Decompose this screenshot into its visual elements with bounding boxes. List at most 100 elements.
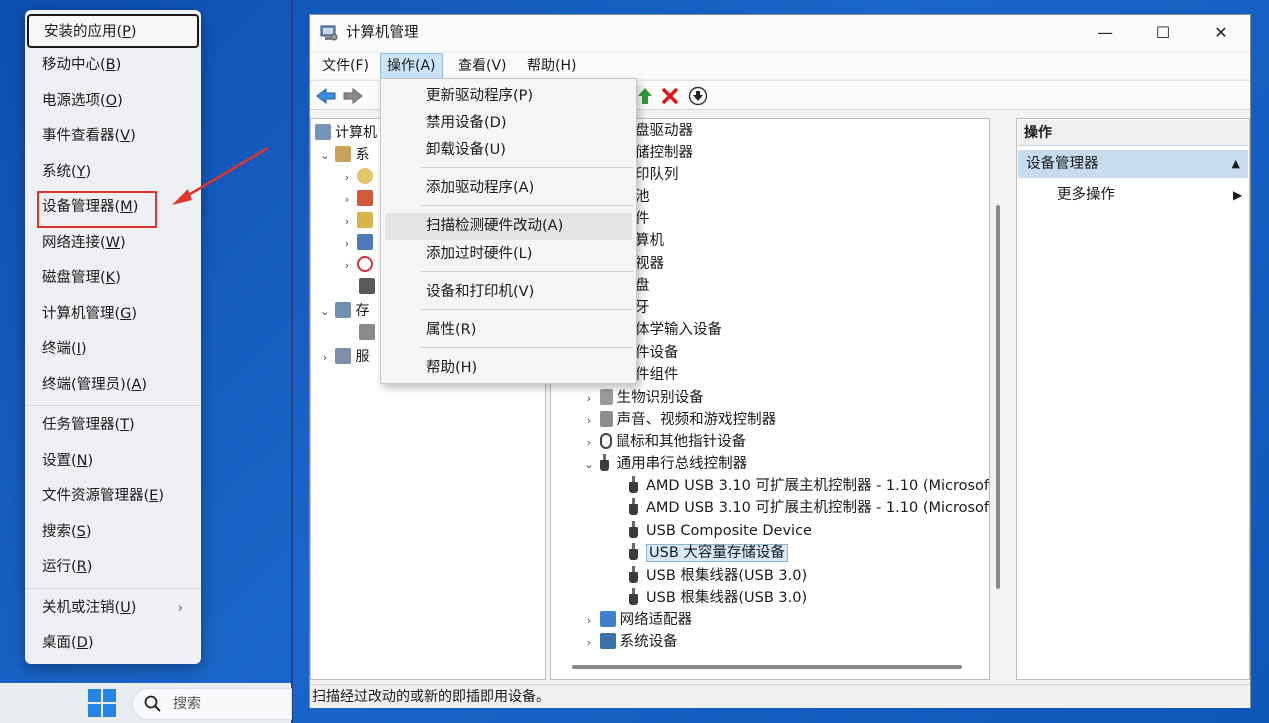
tree-node[interactable]: › (341, 254, 377, 276)
device-category[interactable]: 件组件 (635, 364, 679, 386)
winx-item-installed-apps[interactable]: 安装的应用(P) (27, 14, 199, 48)
tree-node-services[interactable]: › 服 (319, 346, 369, 368)
menu-action[interactable]: 操作(A) (380, 53, 443, 79)
device-category-usb-controllers[interactable]: ⌄ 通用串行总线控制器 (583, 453, 747, 475)
menu-item-help[interactable]: 帮助(H) (381, 355, 636, 382)
device-category-system[interactable]: › 系统设备 (583, 631, 678, 653)
device-category-biometric[interactable]: › 生物识别设备 (583, 387, 704, 409)
device-category-network[interactable]: › 网络适配器 (583, 609, 692, 631)
winx-item-settings[interactable]: 设置(N) (25, 444, 201, 480)
menu-item-properties[interactable]: 属性(R) (381, 317, 636, 344)
expand-icon[interactable]: › (341, 255, 353, 277)
minimize-button[interactable]: — (1076, 15, 1134, 51)
device-category-sound[interactable]: › 声音、视频和游戏控制器 (583, 409, 776, 431)
winx-item-search[interactable]: 搜索(S) (25, 515, 201, 551)
start-button[interactable] (88, 689, 116, 717)
winx-item-run[interactable]: 运行(R) (25, 550, 201, 586)
device-category[interactable]: 体学输入设备 (635, 319, 722, 341)
winx-item-computer-management[interactable]: 计算机管理(G) (25, 297, 201, 333)
tree-node-storage[interactable]: ⌄ 存 (319, 300, 369, 322)
winx-item-mobility-center[interactable]: 移动中心(B) (25, 48, 201, 84)
device-category[interactable]: 池 (635, 186, 650, 208)
back-arrow-icon[interactable] (315, 86, 337, 106)
expand-icon[interactable]: › (341, 189, 353, 211)
tree-node-device-manager[interactable] (359, 276, 379, 298)
device-category[interactable]: 盘驱动器 (635, 120, 693, 142)
vertical-scrollbar[interactable] (996, 205, 1000, 589)
usb-device[interactable]: AMD USB 3.10 可扩展主机控制器 - 1.10 (Microsoft (629, 475, 989, 497)
tree-node[interactable]: › (341, 166, 377, 188)
winx-label: 电源选项( (42, 92, 106, 109)
tree-node[interactable]: › (341, 188, 377, 210)
expand-icon[interactable]: › (583, 432, 595, 454)
menu-view[interactable]: 查看(V) (452, 53, 513, 79)
winx-item-terminal-admin[interactable]: 终端(管理员)(A) (25, 368, 201, 404)
winx-item-terminal[interactable]: 终端(I) (25, 332, 201, 368)
close-button[interactable]: ✕ (1192, 15, 1250, 51)
device-category[interactable]: 视器 (635, 253, 664, 275)
status-bar: 扫描经过改动的或新的即插即用设备。 (310, 684, 1250, 708)
menu-item-uninstall-device[interactable]: 卸载设备(U) (381, 137, 636, 164)
winx-accel-key: G (120, 305, 132, 322)
usb-device[interactable]: AMD USB 3.10 可扩展主机控制器 - 1.10 (Microsoft (629, 497, 989, 519)
expand-icon[interactable]: › (583, 410, 595, 432)
actions-section-device-manager[interactable]: 设备管理器 ▲ (1018, 150, 1248, 178)
collapse-icon[interactable]: ⌄ (583, 454, 595, 476)
uninstall-x-icon[interactable] (659, 86, 681, 106)
usb-device[interactable]: USB Composite Device (629, 520, 812, 542)
expand-icon[interactable]: › (341, 233, 353, 255)
device-category[interactable]: 件设备 (635, 342, 679, 364)
more-actions-item[interactable]: 更多操作 (1057, 182, 1115, 208)
disk-icon (359, 324, 375, 340)
tree-node-system-tools[interactable]: ⌄ 系 (319, 144, 369, 166)
winx-item-network-connections[interactable]: 网络连接(W) (25, 226, 201, 262)
device-category[interactable]: 储控制器 (635, 142, 693, 164)
menu-file[interactable]: 文件(F) (316, 53, 375, 79)
device-category[interactable]: 算机 (635, 230, 664, 252)
menu-item-update-driver[interactable]: 更新驱动程序(P) (381, 83, 636, 110)
winx-accel-key: N (76, 452, 88, 469)
menu-help[interactable]: 帮助(H) (521, 53, 582, 79)
winx-item-power-options[interactable]: 电源选项(O) (25, 84, 201, 120)
collapse-icon[interactable]: ⌄ (319, 145, 331, 167)
usb-device-selected[interactable]: USB 大容量存储设备 (629, 542, 788, 564)
usb-icon (629, 498, 638, 515)
usb-device[interactable]: USB 根集线器(USB 3.0) (629, 587, 807, 609)
winx-item-shutdown[interactable]: 关机或注销(U) › (25, 591, 201, 627)
winx-item-desktop[interactable]: 桌面(D) (25, 626, 201, 662)
collapse-icon[interactable]: ⌄ (319, 301, 331, 323)
device-category-mouse[interactable]: › 鼠标和其他指针设备 (583, 431, 746, 453)
expand-icon[interactable]: › (319, 347, 331, 369)
tree-node-computer[interactable]: 计算机 (315, 122, 377, 144)
device-category[interactable]: 件 (635, 208, 650, 230)
expand-icon[interactable]: › (583, 388, 595, 410)
tree-node-disk-management[interactable] (359, 322, 379, 344)
tree-node[interactable]: › (341, 210, 377, 232)
forward-arrow-icon[interactable] (342, 86, 364, 106)
menu-item-devices-printers[interactable]: 设备和打印机(V) (381, 279, 636, 306)
menu-item-add-legacy-hardware[interactable]: 添加过时硬件(L) (381, 241, 636, 268)
expand-icon[interactable]: › (341, 211, 353, 233)
winx-item-disk-management[interactable]: 磁盘管理(K) (25, 261, 201, 297)
taskbar-search[interactable]: 搜索 (132, 688, 292, 720)
winx-item-file-explorer[interactable]: 文件资源管理器(E) (25, 479, 201, 515)
device-category[interactable]: 盘 (635, 275, 650, 297)
horizontal-scrollbar[interactable] (572, 665, 962, 669)
winx-accel-key: E (149, 488, 159, 504)
winx-item-task-manager[interactable]: 任务管理器(T) (25, 408, 201, 444)
device-category[interactable]: 牙 (635, 297, 650, 319)
menu-item-disable-device[interactable]: 禁用设备(D) (381, 110, 636, 137)
expand-icon[interactable]: › (583, 632, 595, 654)
tree-node[interactable]: › (341, 232, 377, 254)
winx-label-tail: ) (85, 523, 92, 540)
maximize-button[interactable]: ☐ (1134, 15, 1192, 51)
usb-device[interactable]: USB 根集线器(USB 3.0) (629, 565, 807, 587)
collapse-up-icon[interactable]: ▲ (1232, 150, 1240, 178)
menu-item-add-driver[interactable]: 添加驱动程序(A) (381, 175, 636, 202)
enable-device-icon[interactable] (634, 86, 656, 106)
expand-icon[interactable]: › (583, 610, 595, 632)
menu-item-scan-hardware-changes[interactable]: 扫描检测硬件改动(A) (385, 213, 632, 240)
download-driver-icon[interactable] (687, 86, 709, 106)
device-category[interactable]: 印队列 (635, 164, 679, 186)
expand-icon[interactable]: › (341, 167, 353, 189)
